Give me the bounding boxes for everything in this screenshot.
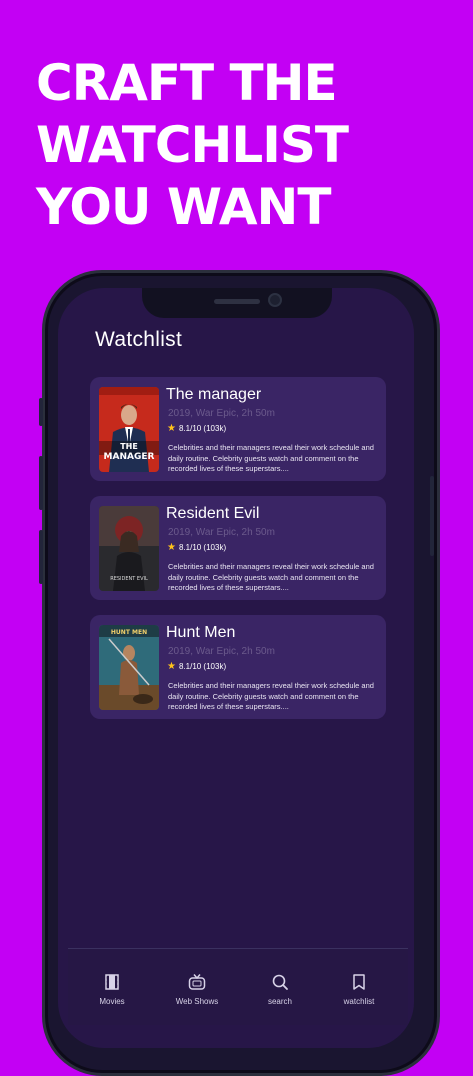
movie-title: Resident Evil <box>166 505 260 522</box>
film-icon <box>105 974 119 990</box>
phone-power-button <box>430 476 434 556</box>
tab-web-shows[interactable]: Web Shows <box>162 949 232 1025</box>
movie-description: Celebrities and their managers reveal th… <box>168 562 374 592</box>
tab-movies[interactable]: Movies <box>77 949 147 1025</box>
tab-search[interactable]: search <box>245 949 315 1025</box>
svg-text:MANAGER: MANAGER <box>104 452 155 462</box>
movie-description: Celebrities and their managers reveal th… <box>168 681 374 711</box>
watchlist-item[interactable]: RESIDENT EVIL Resident Evil 2019, War Ep… <box>90 496 386 600</box>
tv-icon <box>188 974 206 990</box>
movie-rating: ★ 8.1/10 (103k) <box>167 422 227 434</box>
front-camera <box>268 293 282 307</box>
speaker-grille <box>214 299 260 304</box>
rating-value: 8.1/10 (103k) <box>178 543 227 552</box>
tab-watchlist[interactable]: watchlist <box>324 949 394 1025</box>
search-icon <box>272 974 288 990</box>
movie-meta: 2019, War Epic, 2h 50m <box>168 527 275 538</box>
movie-rating: ★ 8.1/10 (103k) <box>167 660 227 672</box>
poster-hunt-men: HUNT MEN <box>99 625 159 710</box>
movie-poster: THE MANAGER <box>99 387 159 472</box>
bottom-tab-bar: Movies Web Shows search watchlist <box>68 948 408 1025</box>
star-icon: ★ <box>167 422 176 434</box>
watchlist-item[interactable]: HUNT MEN Hunt Men 2019, War Epic, 2h 50m… <box>90 615 386 719</box>
poster-the-manager: THE MANAGER <box>99 387 159 472</box>
star-icon: ★ <box>167 541 176 553</box>
movie-poster: RESIDENT EVIL <box>99 506 159 591</box>
phone-volume-up <box>39 456 43 510</box>
watchlist-item[interactable]: THE MANAGER The manager 2019, War Epic, … <box>90 377 386 481</box>
tab-label: Web Shows <box>175 997 219 1006</box>
rating-value: 8.1/10 (103k) <box>178 662 227 671</box>
movie-title: The manager <box>166 386 262 403</box>
star-icon: ★ <box>167 660 176 672</box>
tab-label: Movies <box>99 997 125 1006</box>
tab-label: search <box>267 997 292 1006</box>
svg-text:RESIDENT EVIL: RESIDENT EVIL <box>110 576 148 582</box>
promo-headline: CRAFT THE WATCHLIST YOU WANT <box>36 52 456 238</box>
rating-value: 8.1/10 (103k) <box>178 424 227 433</box>
movie-meta: 2019, War Epic, 2h 50m <box>168 408 275 419</box>
tab-label: watchlist <box>343 997 375 1006</box>
bookmark-icon <box>353 974 365 990</box>
movie-poster: HUNT MEN <box>99 625 159 710</box>
movie-rating: ★ 8.1/10 (103k) <box>167 541 227 553</box>
poster-resident-evil: RESIDENT EVIL <box>99 506 159 591</box>
headline-line-1: CRAFT THE <box>36 54 338 112</box>
svg-text:HUNT MEN: HUNT MEN <box>111 629 147 636</box>
headline-line-2: WATCHLIST <box>36 116 349 174</box>
page-title: Watchlist <box>95 328 183 351</box>
headline-line-3: YOU WANT <box>36 178 332 236</box>
svg-text:THE: THE <box>120 442 138 451</box>
movie-description: Celebrities and their managers reveal th… <box>168 443 374 473</box>
movie-title: Hunt Men <box>166 624 236 641</box>
phone-volume-down <box>39 530 43 584</box>
phone-mute-switch <box>39 398 43 426</box>
movie-meta: 2019, War Epic, 2h 50m <box>168 646 275 657</box>
